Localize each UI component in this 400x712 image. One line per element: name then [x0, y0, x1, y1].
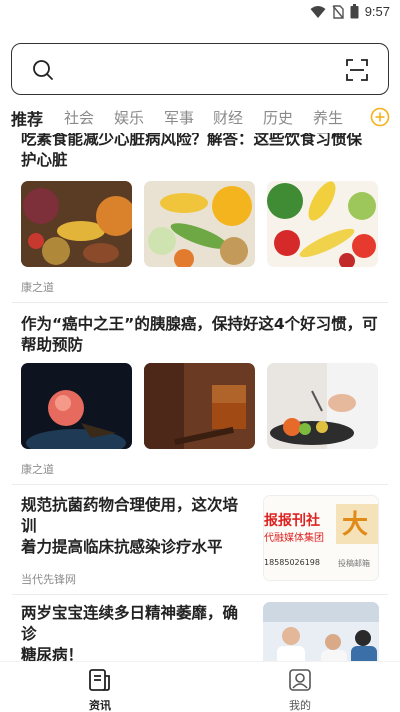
search-icon[interactable] — [32, 59, 54, 81]
tab-military[interactable]: 军事 — [164, 107, 194, 128]
tab-recommend[interactable]: 推荐 — [11, 106, 43, 130]
nav-news[interactable]: 资讯 — [70, 668, 130, 712]
article-title[interactable]: 两岁宝宝连续多日精神萎靡，确诊 糖尿病！ — [21, 603, 253, 661]
article-image[interactable] — [267, 181, 378, 267]
status-bar: 9:57 — [0, 0, 400, 26]
tab-entertainment[interactable]: 娱乐 — [114, 107, 144, 128]
search-bar[interactable] — [11, 43, 389, 95]
article-source: 当代先锋网 — [21, 573, 76, 586]
article-title[interactable]: 吃素食能减少心脏病风险？解答：这些饮食习惯保 护心脏 — [21, 133, 362, 171]
divider — [12, 484, 388, 485]
divider — [12, 302, 388, 303]
nav-profile-label: 我的 — [289, 699, 311, 712]
status-icons: 9:57 — [310, 4, 390, 19]
divider — [12, 594, 388, 595]
tab-society[interactable]: 社会 — [64, 107, 94, 128]
tab-history[interactable]: 历史 — [263, 107, 293, 128]
wifi-icon — [310, 5, 326, 18]
bottom-nav: 资讯 我的 — [0, 661, 400, 712]
nav-news-label: 资讯 — [89, 699, 111, 712]
news-feed[interactable]: 吃素食能减少心脏病风险？解答：这些饮食习惯保 护心脏 康之道 作为“癌中之王”的… — [0, 133, 400, 661]
tab-finance[interactable]: 财经 — [213, 107, 243, 128]
article-image[interactable] — [21, 181, 132, 267]
status-time: 9:57 — [364, 4, 390, 19]
nav-profile[interactable]: 我的 — [270, 668, 330, 712]
article-image[interactable]: 报报刊社 代融媒体集团 18585026198 大 投稿邮箱 — [263, 495, 379, 581]
news-icon — [89, 669, 110, 691]
profile-icon — [289, 669, 311, 691]
battery-icon — [350, 4, 359, 19]
article-title[interactable]: 作为“癌中之王”的胰腺癌，保持好这4个好习惯，可 帮助预防 — [21, 314, 378, 356]
no-sim-icon — [332, 4, 344, 19]
article-image[interactable] — [144, 363, 255, 449]
scan-icon[interactable] — [346, 59, 368, 81]
article-image[interactable] — [263, 602, 379, 661]
plus-circle-icon[interactable] — [370, 107, 390, 127]
article-image[interactable] — [21, 363, 132, 449]
article-title[interactable]: 规范抗菌药物合理使用，这次培训 着力提高临床抗感染诊疗水平 — [21, 495, 253, 558]
tab-health[interactable]: 养生 — [313, 107, 343, 128]
article-image[interactable] — [144, 181, 255, 267]
article-source: 康之道 — [21, 281, 54, 294]
article-source: 康之道 — [21, 463, 54, 476]
article-image[interactable] — [267, 363, 378, 449]
category-tabs: 推荐 社会 娱乐 军事 财经 历史 养生 — [0, 103, 400, 133]
